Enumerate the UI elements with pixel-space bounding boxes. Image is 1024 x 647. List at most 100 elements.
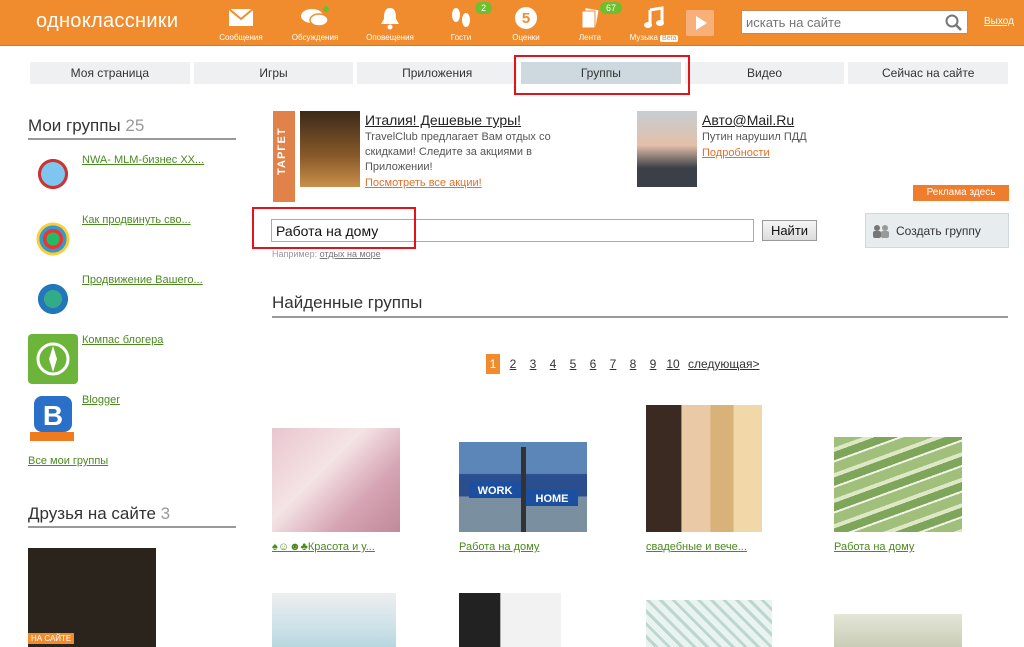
friends-count: 3 bbox=[160, 504, 171, 523]
site-search-input[interactable] bbox=[742, 11, 942, 33]
discussions-button[interactable]: Обсуждения bbox=[285, 6, 345, 42]
notifications-label: Оповещения bbox=[366, 33, 414, 42]
blogger-logo-icon: B bbox=[30, 396, 74, 441]
bell-icon bbox=[360, 6, 420, 30]
group-result-image[interactable] bbox=[459, 593, 561, 647]
group-result-image[interactable] bbox=[272, 428, 400, 532]
site-logo[interactable]: одноклассники bbox=[36, 10, 178, 33]
group-avatar[interactable] bbox=[28, 154, 78, 204]
ad-text-italy: TravelClub предлагает Вам отдых со скидк… bbox=[365, 130, 551, 175]
site-search bbox=[741, 10, 968, 34]
play-icon bbox=[696, 16, 707, 30]
ad-link-all-offers[interactable]: Посмотреть все акции! bbox=[365, 177, 482, 189]
my-groups-title-text: Мои группы bbox=[28, 116, 121, 135]
svg-text:B: B bbox=[43, 400, 63, 431]
page-link[interactable]: 9 bbox=[646, 354, 660, 374]
tab-games[interactable]: Игры bbox=[193, 62, 354, 84]
work-home-sign: WORK HOME bbox=[469, 447, 578, 532]
page-link-current[interactable]: 1 bbox=[486, 354, 500, 374]
page-link[interactable]: 3 bbox=[526, 354, 540, 374]
ad-title-italy[interactable]: Италия! Дешевые туры! bbox=[365, 112, 521, 128]
next-page-link[interactable]: следующая> bbox=[688, 354, 759, 374]
my-groups-count: 25 bbox=[125, 116, 145, 135]
tab-my-page[interactable]: Моя страница bbox=[30, 62, 190, 84]
tab-apps[interactable]: Приложения bbox=[357, 62, 518, 84]
page-link[interactable]: 5 bbox=[566, 354, 580, 374]
feed-label: Лента bbox=[578, 33, 602, 42]
page-link[interactable]: 6 bbox=[586, 354, 600, 374]
group-result-link[interactable]: Работа на дому bbox=[459, 541, 539, 553]
found-groups-title: Найденные группы bbox=[272, 293, 423, 312]
group-avatar[interactable] bbox=[28, 214, 78, 264]
search-icon[interactable] bbox=[945, 14, 963, 37]
music-note-icon bbox=[624, 6, 684, 30]
guests-button[interactable]: 2 Гости bbox=[431, 2, 493, 42]
music-button[interactable]: Музыка Beta bbox=[624, 6, 684, 42]
ad-text-line: скидками! Следите за акциями в bbox=[365, 146, 532, 158]
page-link[interactable]: 8 bbox=[626, 354, 640, 374]
online-tag: НА САЙТЕ bbox=[28, 633, 75, 644]
beta-badge: Beta bbox=[659, 35, 679, 42]
ad-link-details[interactable]: Подробности bbox=[702, 147, 770, 159]
music-label-text: Музыка bbox=[629, 33, 658, 42]
friends-online-title: Друзья на сайте 3 bbox=[28, 504, 170, 524]
page-link[interactable]: 4 bbox=[546, 354, 560, 374]
pagination: 1 2 3 4 5 6 7 8 9 10 следующая> bbox=[486, 354, 759, 374]
group-result-image[interactable] bbox=[646, 600, 772, 647]
group-result-image[interactable] bbox=[834, 614, 962, 647]
example-link[interactable]: отдых на море bbox=[320, 249, 381, 259]
highlight-search-field bbox=[252, 207, 416, 249]
feed-button[interactable]: 67 Лента bbox=[560, 2, 623, 42]
target-label-text: ТАРГЕТ bbox=[276, 127, 288, 175]
group-result-link[interactable]: свадебные и вече... bbox=[646, 541, 747, 553]
friend-photo[interactable]: НА САЙТЕ bbox=[28, 548, 156, 647]
divider bbox=[272, 316, 1008, 318]
compass-icon bbox=[36, 342, 70, 376]
group-link[interactable]: NWA- MLM-бизнес XX... bbox=[82, 154, 204, 166]
page-link[interactable]: 2 bbox=[506, 354, 520, 374]
ratings-label: Оценки bbox=[512, 33, 540, 42]
ad-text-auto: Путин нарушил ПДД bbox=[702, 131, 807, 143]
find-button[interactable]: Найти bbox=[762, 220, 817, 241]
rating-value: 5 bbox=[522, 10, 530, 27]
all-my-groups-link[interactable]: Все мои группы bbox=[28, 455, 108, 467]
ad-here-button[interactable]: Реклама здесь bbox=[913, 185, 1009, 201]
group-avatar[interactable]: B bbox=[28, 394, 78, 444]
ad-text-line: Приложении! bbox=[365, 161, 433, 173]
ad-image-colosseum[interactable] bbox=[300, 111, 360, 187]
messages-button[interactable]: Сообщения bbox=[211, 6, 271, 42]
messages-label: Сообщения bbox=[219, 33, 263, 42]
music-label: Музыка Beta bbox=[624, 33, 684, 42]
group-link[interactable]: Продвижение Вашего... bbox=[82, 274, 203, 286]
ad-image-portrait[interactable] bbox=[637, 111, 697, 187]
group-result-image[interactable] bbox=[834, 437, 962, 532]
group-result-image[interactable] bbox=[272, 593, 396, 647]
guests-badge: 2 bbox=[475, 2, 493, 14]
tab-video[interactable]: Видео bbox=[684, 62, 845, 84]
svg-text:WORK: WORK bbox=[478, 485, 513, 497]
logout-link[interactable]: Выход bbox=[984, 16, 1014, 27]
play-button[interactable] bbox=[686, 10, 714, 36]
discussions-label: Обсуждения bbox=[291, 33, 339, 42]
page-link[interactable]: 10 bbox=[666, 354, 680, 374]
group-avatar[interactable] bbox=[28, 274, 78, 324]
create-group-label: Создать группу bbox=[896, 224, 981, 238]
group-link[interactable]: Blogger bbox=[82, 394, 120, 406]
group-link[interactable]: Как продвинуть сво... bbox=[82, 214, 191, 226]
page-link[interactable]: 7 bbox=[606, 354, 620, 374]
ratings-button[interactable]: 5 Оценки bbox=[496, 6, 556, 42]
notifications-button[interactable]: Оповещения bbox=[360, 6, 420, 42]
target-ad-label: ТАРГЕТ bbox=[273, 111, 295, 202]
group-link[interactable]: Компас блогера bbox=[82, 334, 163, 346]
create-group-button[interactable]: Создать группу bbox=[865, 213, 1009, 248]
group-result-link[interactable]: Работа на дому bbox=[834, 541, 914, 553]
group-result-image[interactable]: WORK HOME bbox=[459, 442, 587, 532]
group-avatar[interactable] bbox=[28, 334, 78, 384]
speech-bubbles-icon bbox=[285, 6, 345, 30]
group-result-link[interactable]: ♠☺☻♣Красота и у... bbox=[272, 541, 375, 553]
people-icon bbox=[872, 224, 890, 241]
group-result-image[interactable] bbox=[646, 405, 762, 532]
tab-online-now[interactable]: Сейчас на сайте bbox=[848, 62, 1009, 84]
ad-title-auto[interactable]: Авто@Mail.Ru bbox=[702, 112, 794, 128]
highlight-groups-tab bbox=[514, 55, 690, 95]
